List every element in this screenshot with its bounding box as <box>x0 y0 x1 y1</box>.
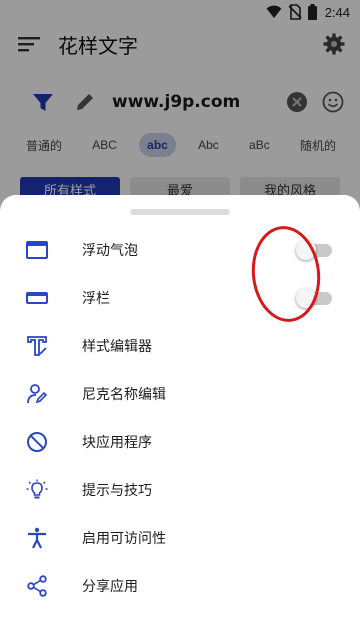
floating-bar-toggle[interactable] <box>296 288 332 308</box>
menu-item-style-editor[interactable]: 样式编辑器 <box>0 322 360 370</box>
block-icon <box>26 431 48 453</box>
menu-item-label: 提示与技巧 <box>82 483 152 499</box>
person-edit-icon <box>26 383 48 405</box>
menu-item-label: 块应用程序 <box>82 435 152 451</box>
screen: 2:44 花样文字 www.j9p.com 普通的 ABC abc Abc aB… <box>0 0 360 640</box>
menu-item-label: 分享应用 <box>82 579 138 595</box>
accessibility-icon <box>26 527 48 549</box>
menu-item-label: 尼克名称编辑 <box>82 387 166 403</box>
menu-item-label: 浮栏 <box>82 291 110 307</box>
bottom-sheet: 浮动气泡 浮栏 样式编辑器 尼克名称编辑 块应用程序 提示与技巧 启用可访问性 … <box>0 195 360 640</box>
menu-item-share-app[interactable]: 分享应用 <box>0 562 360 610</box>
bar-icon <box>26 287 48 309</box>
menu-item-block-apps[interactable]: 块应用程序 <box>0 418 360 466</box>
menu-item-tips-and-tricks[interactable]: 提示与技巧 <box>0 466 360 514</box>
menu-item-floating-bubble[interactable]: 浮动气泡 <box>0 226 360 274</box>
floating-bubble-toggle[interactable] <box>296 240 332 260</box>
drag-handle[interactable] <box>130 209 230 215</box>
menu-item-enable-accessibility[interactable]: 启用可访问性 <box>0 514 360 562</box>
text-format-icon <box>26 335 48 357</box>
menu-item-label: 浮动气泡 <box>82 243 138 259</box>
menu-item-label: 样式编辑器 <box>82 339 152 355</box>
menu-item-label: 启用可访问性 <box>82 531 166 547</box>
menu-item-floating-bar[interactable]: 浮栏 <box>0 274 360 322</box>
share-icon <box>26 575 48 597</box>
lightbulb-icon <box>26 479 48 501</box>
sheet-menu-list: 浮动气泡 浮栏 样式编辑器 尼克名称编辑 块应用程序 提示与技巧 启用可访问性 … <box>0 226 360 610</box>
menu-item-nickname-editor[interactable]: 尼克名称编辑 <box>0 370 360 418</box>
window-icon <box>26 239 48 261</box>
